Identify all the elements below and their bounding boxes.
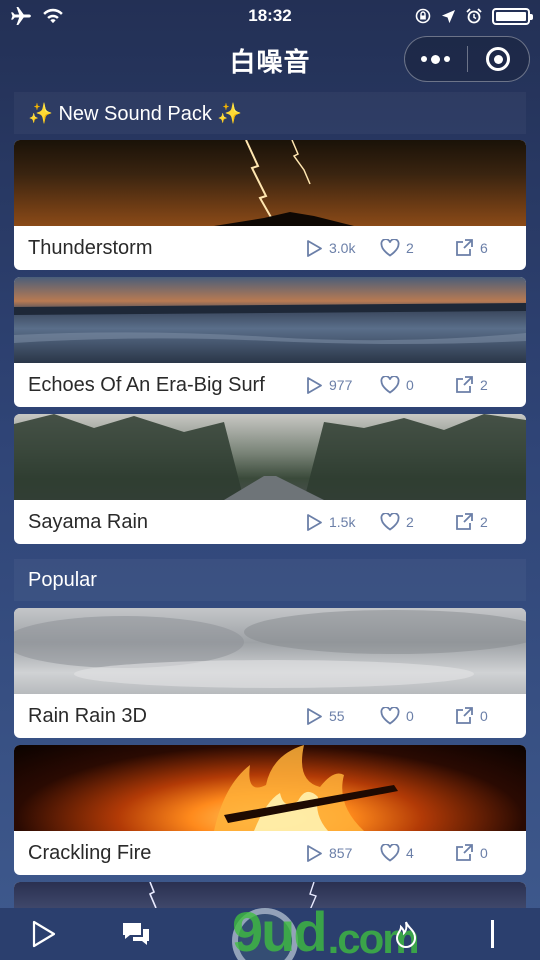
close-button[interactable] — [468, 37, 530, 81]
section-header-new-sound-pack: ✨ New Sound Pack ✨ — [14, 92, 526, 134]
share-icon — [456, 513, 473, 530]
bar-icon — [491, 920, 494, 948]
watermark-text: 9ud — [232, 900, 328, 960]
like-count[interactable]: 2 — [380, 513, 438, 531]
sound-name: Sayama Rain — [28, 510, 149, 533]
watermark-logo: 9ud .com — [232, 894, 512, 960]
section-header-popular: Popular — [14, 559, 526, 601]
sound-card-info: Echoes Of An Era-Big Surf 977 0 2 — [14, 363, 526, 407]
play-icon — [307, 376, 322, 394]
like-count-value: 4 — [406, 845, 414, 861]
heart-icon — [380, 844, 400, 862]
play-icon — [307, 844, 322, 862]
share-icon — [456, 707, 473, 724]
sound-card-info: Crackling Fire 857 4 0 — [14, 831, 526, 875]
share-count[interactable]: 6 — [454, 238, 512, 258]
share-count-value: 2 — [480, 377, 488, 393]
share-count-value: 0 — [480, 845, 488, 861]
sound-card-big-surf[interactable]: Echoes Of An Era-Big Surf 977 0 2 — [14, 277, 526, 407]
more-button[interactable] — [405, 37, 467, 81]
heart-icon — [380, 376, 400, 394]
campfire-flames-image — [14, 745, 526, 831]
play-icon — [307, 707, 322, 725]
play-count-value: 977 — [329, 377, 353, 393]
like-count[interactable]: 0 — [380, 376, 438, 394]
play-count-value: 55 — [329, 708, 345, 724]
sound-name: Thunderstorm — [28, 236, 153, 259]
sound-card-info: Sayama Rain 1.5k 2 2 — [14, 500, 526, 544]
section-title: Popular — [28, 568, 97, 591]
share-icon — [456, 376, 473, 393]
play-count[interactable]: 3.0k — [306, 239, 364, 258]
share-count-value: 0 — [480, 708, 488, 724]
share-count[interactable]: 2 — [454, 375, 512, 395]
play-count[interactable]: 1.5k — [306, 513, 364, 532]
play-count[interactable]: 977 — [306, 376, 364, 395]
play-count[interactable]: 55 — [306, 707, 364, 726]
tab-more[interactable] — [478, 908, 508, 960]
fire-icon — [395, 921, 417, 948]
play-count-value: 3.0k — [329, 240, 356, 256]
rotation-lock-icon — [415, 8, 431, 24]
share-icon — [456, 239, 473, 256]
share-count-value: 2 — [480, 514, 488, 530]
battery-icon — [492, 7, 533, 25]
gray-clouds-image — [14, 608, 526, 694]
play-count-value: 1.5k — [329, 514, 356, 530]
misty-forest-road-image — [14, 414, 526, 500]
status-bar: 18:32 — [0, 0, 540, 32]
like-count-value: 2 — [406, 514, 414, 530]
play-icon — [32, 920, 56, 948]
more-dots-icon — [421, 54, 451, 64]
heart-icon — [380, 513, 400, 531]
sound-name: Rain Rain 3D — [28, 704, 147, 727]
share-count-value: 6 — [480, 240, 488, 256]
sound-name: Crackling Fire — [28, 841, 152, 864]
like-count[interactable]: 0 — [380, 707, 438, 725]
tab-play[interactable] — [18, 908, 70, 960]
bottom-tab-bar: 9ud .com — [0, 904, 540, 960]
sound-card-info: Thunderstorm 3.0k 2 6 — [14, 226, 526, 270]
share-count[interactable]: 0 — [454, 843, 512, 863]
tab-chat[interactable] — [110, 908, 162, 960]
share-count[interactable]: 0 — [454, 706, 512, 726]
play-icon — [307, 513, 322, 531]
like-count-value: 0 — [406, 377, 414, 393]
play-icon — [307, 239, 322, 257]
heart-icon — [380, 707, 400, 725]
play-count[interactable]: 857 — [306, 844, 364, 863]
wifi-icon — [43, 8, 63, 24]
sound-name: Echoes Of An Era-Big Surf — [28, 373, 265, 396]
play-count-value: 857 — [329, 845, 353, 861]
sunset-sea-surf-image — [14, 277, 526, 363]
like-count[interactable]: 2 — [380, 239, 438, 257]
tab-hot[interactable] — [380, 908, 432, 960]
section-title: ✨ New Sound Pack ✨ — [28, 102, 243, 125]
sound-card-sayama-rain[interactable]: Sayama Rain 1.5k 2 2 — [14, 414, 526, 544]
sound-card-thunderstorm[interactable]: Thunderstorm 3.0k 2 6 — [14, 140, 526, 270]
like-count-value: 0 — [406, 708, 414, 724]
lightning-over-mountain-image — [14, 140, 526, 226]
chat-icon — [123, 923, 149, 945]
airplane-icon — [11, 7, 31, 25]
share-icon — [456, 844, 473, 861]
like-count-value: 2 — [406, 240, 414, 256]
alarm-icon — [466, 8, 482, 24]
target-icon — [486, 47, 511, 71]
mini-program-capsule — [404, 36, 530, 82]
like-count[interactable]: 4 — [380, 844, 438, 862]
sound-card-info: Rain Rain 3D 55 0 0 — [14, 694, 526, 738]
nav-bar: 白噪音 — [0, 32, 540, 88]
location-icon — [441, 9, 456, 23]
sound-card-rain-rain-3d[interactable]: Rain Rain 3D 55 0 0 — [14, 608, 526, 738]
heart-icon — [380, 239, 400, 257]
sound-card-crackling-fire[interactable]: Crackling Fire 857 4 0 — [14, 745, 526, 875]
share-count[interactable]: 2 — [454, 512, 512, 532]
